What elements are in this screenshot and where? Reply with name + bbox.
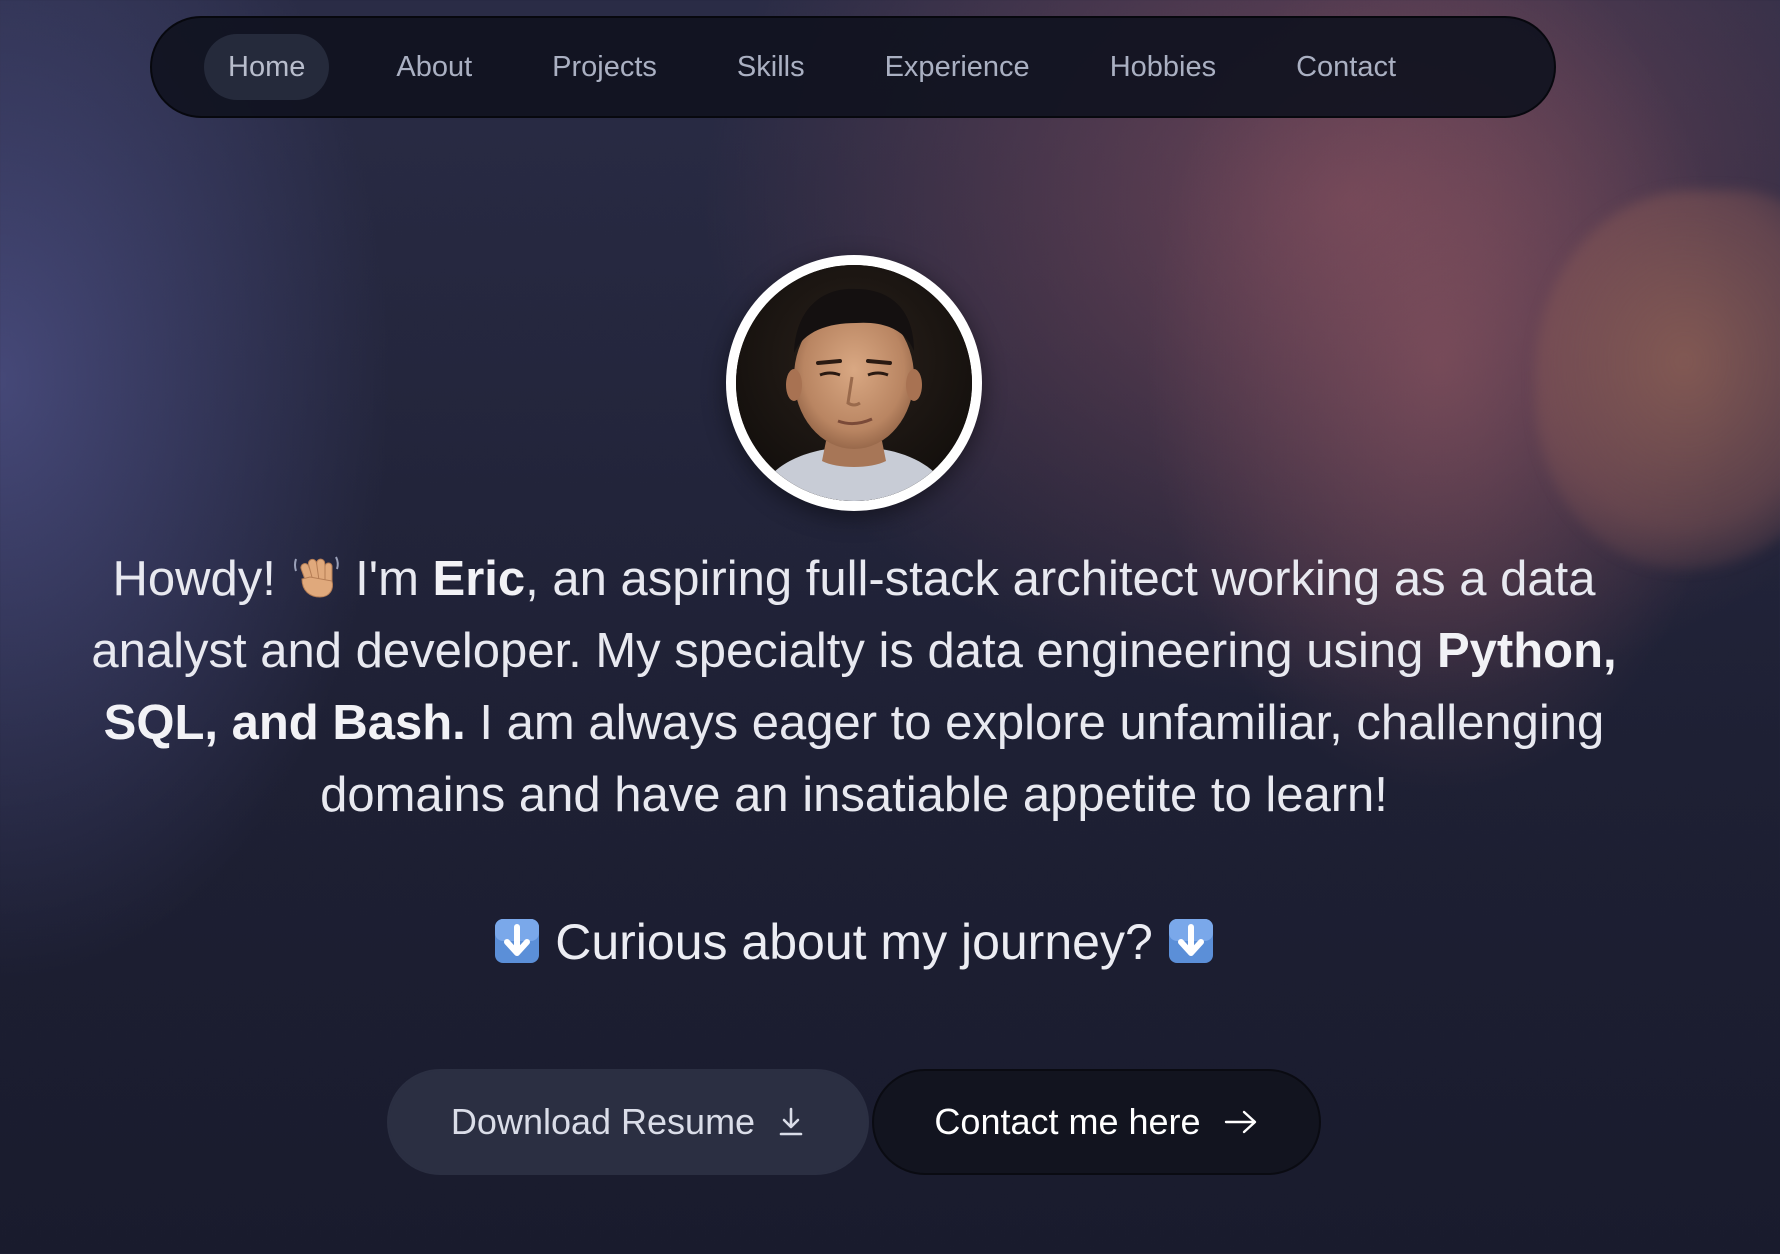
- journey-text: Curious about my journey?: [555, 914, 1153, 970]
- profile-photo: [736, 265, 972, 501]
- nav-skills[interactable]: Skills: [713, 34, 829, 100]
- avatar-frame: [726, 255, 982, 511]
- nav-hobbies[interactable]: Hobbies: [1086, 34, 1240, 100]
- down-arrow-icon: [1167, 912, 1215, 963]
- nav-experience[interactable]: Experience: [861, 34, 1054, 100]
- nav-home[interactable]: Home: [204, 34, 330, 100]
- down-arrow-icon: [493, 912, 541, 963]
- nav-contact[interactable]: Contact: [1272, 34, 1420, 100]
- download-resume-button[interactable]: Download Resume: [387, 1069, 869, 1175]
- journey-prompt: Curious about my journey?: [0, 906, 1708, 978]
- waving-hand-icon: [290, 549, 342, 601]
- contact-me-button[interactable]: Contact me here: [872, 1069, 1321, 1175]
- background-blob: [1535, 190, 1780, 570]
- intro-name: Eric: [432, 552, 526, 606]
- intro-paragraph: Howdy! I'm Eric, an aspiring full-stack …: [80, 543, 1628, 831]
- download-icon: [777, 1106, 805, 1138]
- nav-projects[interactable]: Projects: [528, 34, 681, 100]
- avatar: [736, 265, 972, 501]
- download-resume-label: Download Resume: [450, 1101, 756, 1142]
- top-nav: Home About Projects Skills Experience Ho…: [150, 16, 1556, 118]
- contact-me-label: Contact me here: [934, 1101, 1201, 1142]
- arrow-right-icon: [1223, 1108, 1259, 1136]
- intro-closing: I am always eager to explore unfamiliar,…: [320, 696, 1605, 822]
- nav-about[interactable]: About: [372, 34, 496, 100]
- intro-greeting: Howdy!: [112, 552, 290, 606]
- intro-im: I'm: [341, 552, 433, 606]
